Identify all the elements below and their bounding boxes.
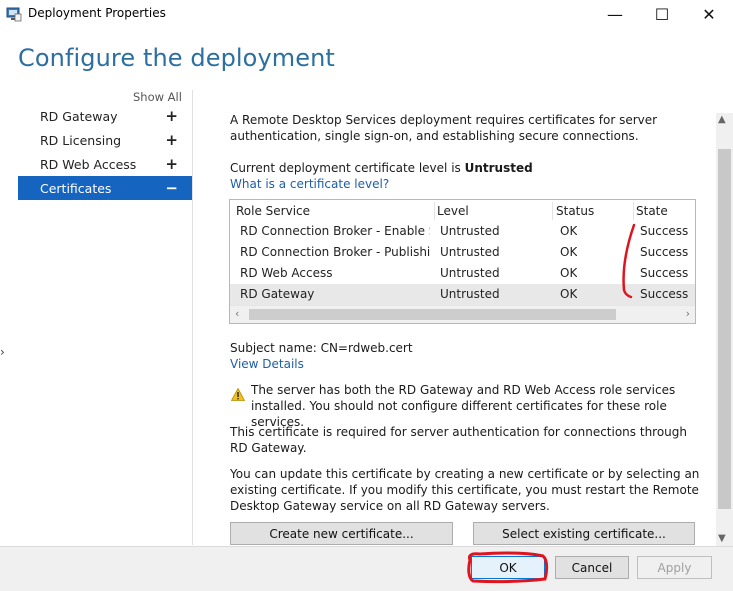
view-details-link[interactable]: View Details [230, 356, 304, 372]
cell-status: OK [560, 266, 578, 280]
scrollbar-thumb[interactable] [249, 309, 616, 320]
warning-icon [231, 388, 245, 401]
create-new-certificate-button[interactable]: Create new certificate... [230, 522, 453, 545]
table-row[interactable]: RD Connection Broker - Enable Sing Untru… [230, 221, 695, 242]
horizontal-scrollbar[interactable]: ‹ › [230, 305, 695, 323]
nav-item-label: RD Licensing [40, 132, 122, 148]
column-divider [633, 202, 634, 220]
collapse-minus-icon: − [165, 179, 178, 197]
cell-role-service: RD Connection Broker - Publishing [240, 245, 430, 259]
required-note: This certificate is required for server … [230, 425, 688, 455]
update-note: You can update this certificate by creat… [230, 467, 700, 513]
cell-role-service: RD Web Access [240, 266, 333, 280]
window-title: Deployment Properties [28, 6, 166, 20]
certificate-level-text: Current deployment certificate level is … [230, 160, 700, 176]
column-divider [434, 202, 435, 220]
scroll-left-icon[interactable]: ‹ [235, 307, 239, 320]
apply-button: Apply [637, 556, 712, 579]
chevron-right-icon: › [0, 345, 5, 359]
table-row[interactable]: RD Connection Broker - Publishing Untrus… [230, 242, 695, 263]
nav-item-label: RD Web Access [40, 156, 137, 172]
cell-role-service: RD Gateway [240, 287, 315, 301]
column-header-state[interactable]: State [636, 204, 668, 218]
cancel-button[interactable]: Cancel [555, 556, 629, 579]
scroll-right-icon[interactable]: › [686, 307, 690, 320]
nav-divider [192, 90, 193, 545]
cell-state: Success [640, 266, 689, 280]
select-existing-certificate-button[interactable]: Select existing certificate... [473, 522, 695, 545]
nav-item-label: Certificates [40, 180, 112, 196]
cell-state: Success [640, 224, 689, 238]
expand-plus-icon: + [165, 107, 178, 125]
expand-plus-icon: + [165, 155, 178, 173]
close-button[interactable]: ✕ [686, 0, 732, 28]
cell-level: Untrusted [440, 266, 500, 280]
minimize-button[interactable]: — [592, 0, 638, 28]
table-row[interactable]: RD Web Access Untrusted OK Success [230, 263, 695, 284]
cell-status: OK [560, 224, 578, 238]
nav-item-rd-web-access[interactable]: RD Web Access + [18, 152, 192, 176]
cell-state: Success [640, 287, 689, 301]
cell-role-service: RD Connection Broker - Enable Sing [240, 224, 430, 238]
expand-plus-icon: + [165, 131, 178, 149]
ok-button[interactable]: OK [471, 556, 545, 579]
certificate-level-link[interactable]: What is a certificate level? [230, 176, 389, 192]
column-header-status[interactable]: Status [556, 204, 594, 218]
cell-level: Untrusted [440, 287, 500, 301]
column-header-level[interactable]: Level [437, 204, 469, 218]
table-header: Role Service Level Status State [230, 200, 695, 222]
nav-item-label: RD Gateway [40, 108, 118, 124]
cell-level: Untrusted [440, 245, 500, 259]
cell-state: Success [640, 245, 689, 259]
table-row-selected[interactable]: RD Gateway Untrusted OK Success [230, 284, 695, 305]
nav-item-rd-gateway[interactable]: RD Gateway + [18, 104, 192, 128]
scrollbar-thumb[interactable] [718, 149, 731, 509]
show-all-link[interactable]: Show All [133, 90, 182, 104]
certificate-level-value: Untrusted [464, 161, 533, 175]
scroll-down-icon[interactable]: ▼ [718, 533, 726, 544]
subject-name: Subject name: CN=rdweb.cert [230, 341, 413, 355]
app-icon [6, 7, 22, 22]
scroll-up-icon[interactable]: ▲ [718, 114, 726, 125]
warning-text: The server has both the RD Gateway and R… [251, 383, 676, 429]
cell-status: OK [560, 245, 578, 259]
intro-text: A Remote Desktop Services deployment req… [230, 113, 658, 143]
column-header-role-service[interactable]: Role Service [236, 204, 310, 218]
nav-item-certificates[interactable]: Certificates − [18, 176, 192, 200]
cell-status: OK [560, 287, 578, 301]
maximize-button[interactable]: ☐ [639, 0, 685, 28]
page-title: Configure the deployment [18, 44, 335, 72]
column-divider [552, 202, 553, 220]
cell-level: Untrusted [440, 224, 500, 238]
role-services-table[interactable]: Role Service Level Status State RD Conne… [229, 199, 696, 324]
nav-item-rd-licensing[interactable]: RD Licensing + [18, 128, 192, 152]
certificate-level-prefix: Current deployment certificate level is [230, 161, 465, 175]
